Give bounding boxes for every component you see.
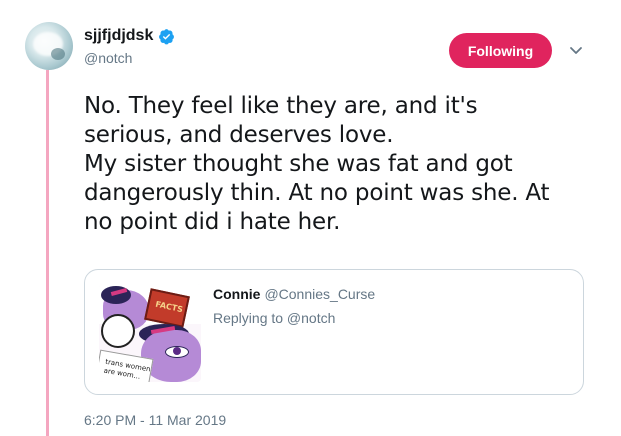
author-name-row: sjjfjdjdsk	[84, 26, 175, 46]
tweet-text-line: My sister thought she was fat and got	[84, 151, 513, 177]
following-button[interactable]: Following	[449, 33, 552, 68]
image-glove	[101, 314, 135, 348]
quoted-author-handle[interactable]: @Connies_Curse	[264, 286, 375, 302]
tweet-card: sjjfjdjdsk @notch Following No. They fee…	[0, 0, 621, 436]
author-display-name[interactable]: sjjfjdjdsk	[84, 27, 153, 45]
quoted-author-name[interactable]: Connie	[213, 286, 260, 302]
quoted-tweet-header: Connie @Connies_Curse	[213, 286, 375, 302]
avatar[interactable]	[25, 22, 73, 70]
quoted-replying-to: Replying to @notch	[213, 310, 336, 326]
author-info: sjjfjdjdsk @notch	[84, 26, 175, 66]
thread-line	[46, 70, 49, 436]
tweet-text: No. They feel like they are, and it's se…	[84, 92, 604, 237]
tweet-text-line: No. They feel like they are, and it's	[84, 93, 478, 119]
chevron-down-icon[interactable]	[568, 42, 584, 58]
tweet-text-line: serious, and deserves love.	[84, 122, 394, 148]
tweet-timestamp[interactable]: 6:20 PM - 11 Mar 2019	[84, 412, 226, 428]
image-paper-text: trans women are wom...	[103, 358, 151, 382]
author-handle[interactable]: @notch	[84, 50, 175, 66]
tweet-text-line: no point did i hate her.	[84, 209, 341, 235]
verified-badge-icon	[159, 28, 175, 44]
avatar-detail	[51, 48, 65, 60]
quoted-tweet-image[interactable]: FACTS trans women are wom...	[99, 284, 201, 382]
tweet-text-line: dangerously thin. At no point was she. A…	[84, 180, 550, 206]
quoted-tweet[interactable]: FACTS trans women are wom... Connie @Conn…	[84, 269, 584, 395]
image-book-label: FACTS	[154, 299, 184, 315]
image-pupil	[173, 347, 181, 355]
